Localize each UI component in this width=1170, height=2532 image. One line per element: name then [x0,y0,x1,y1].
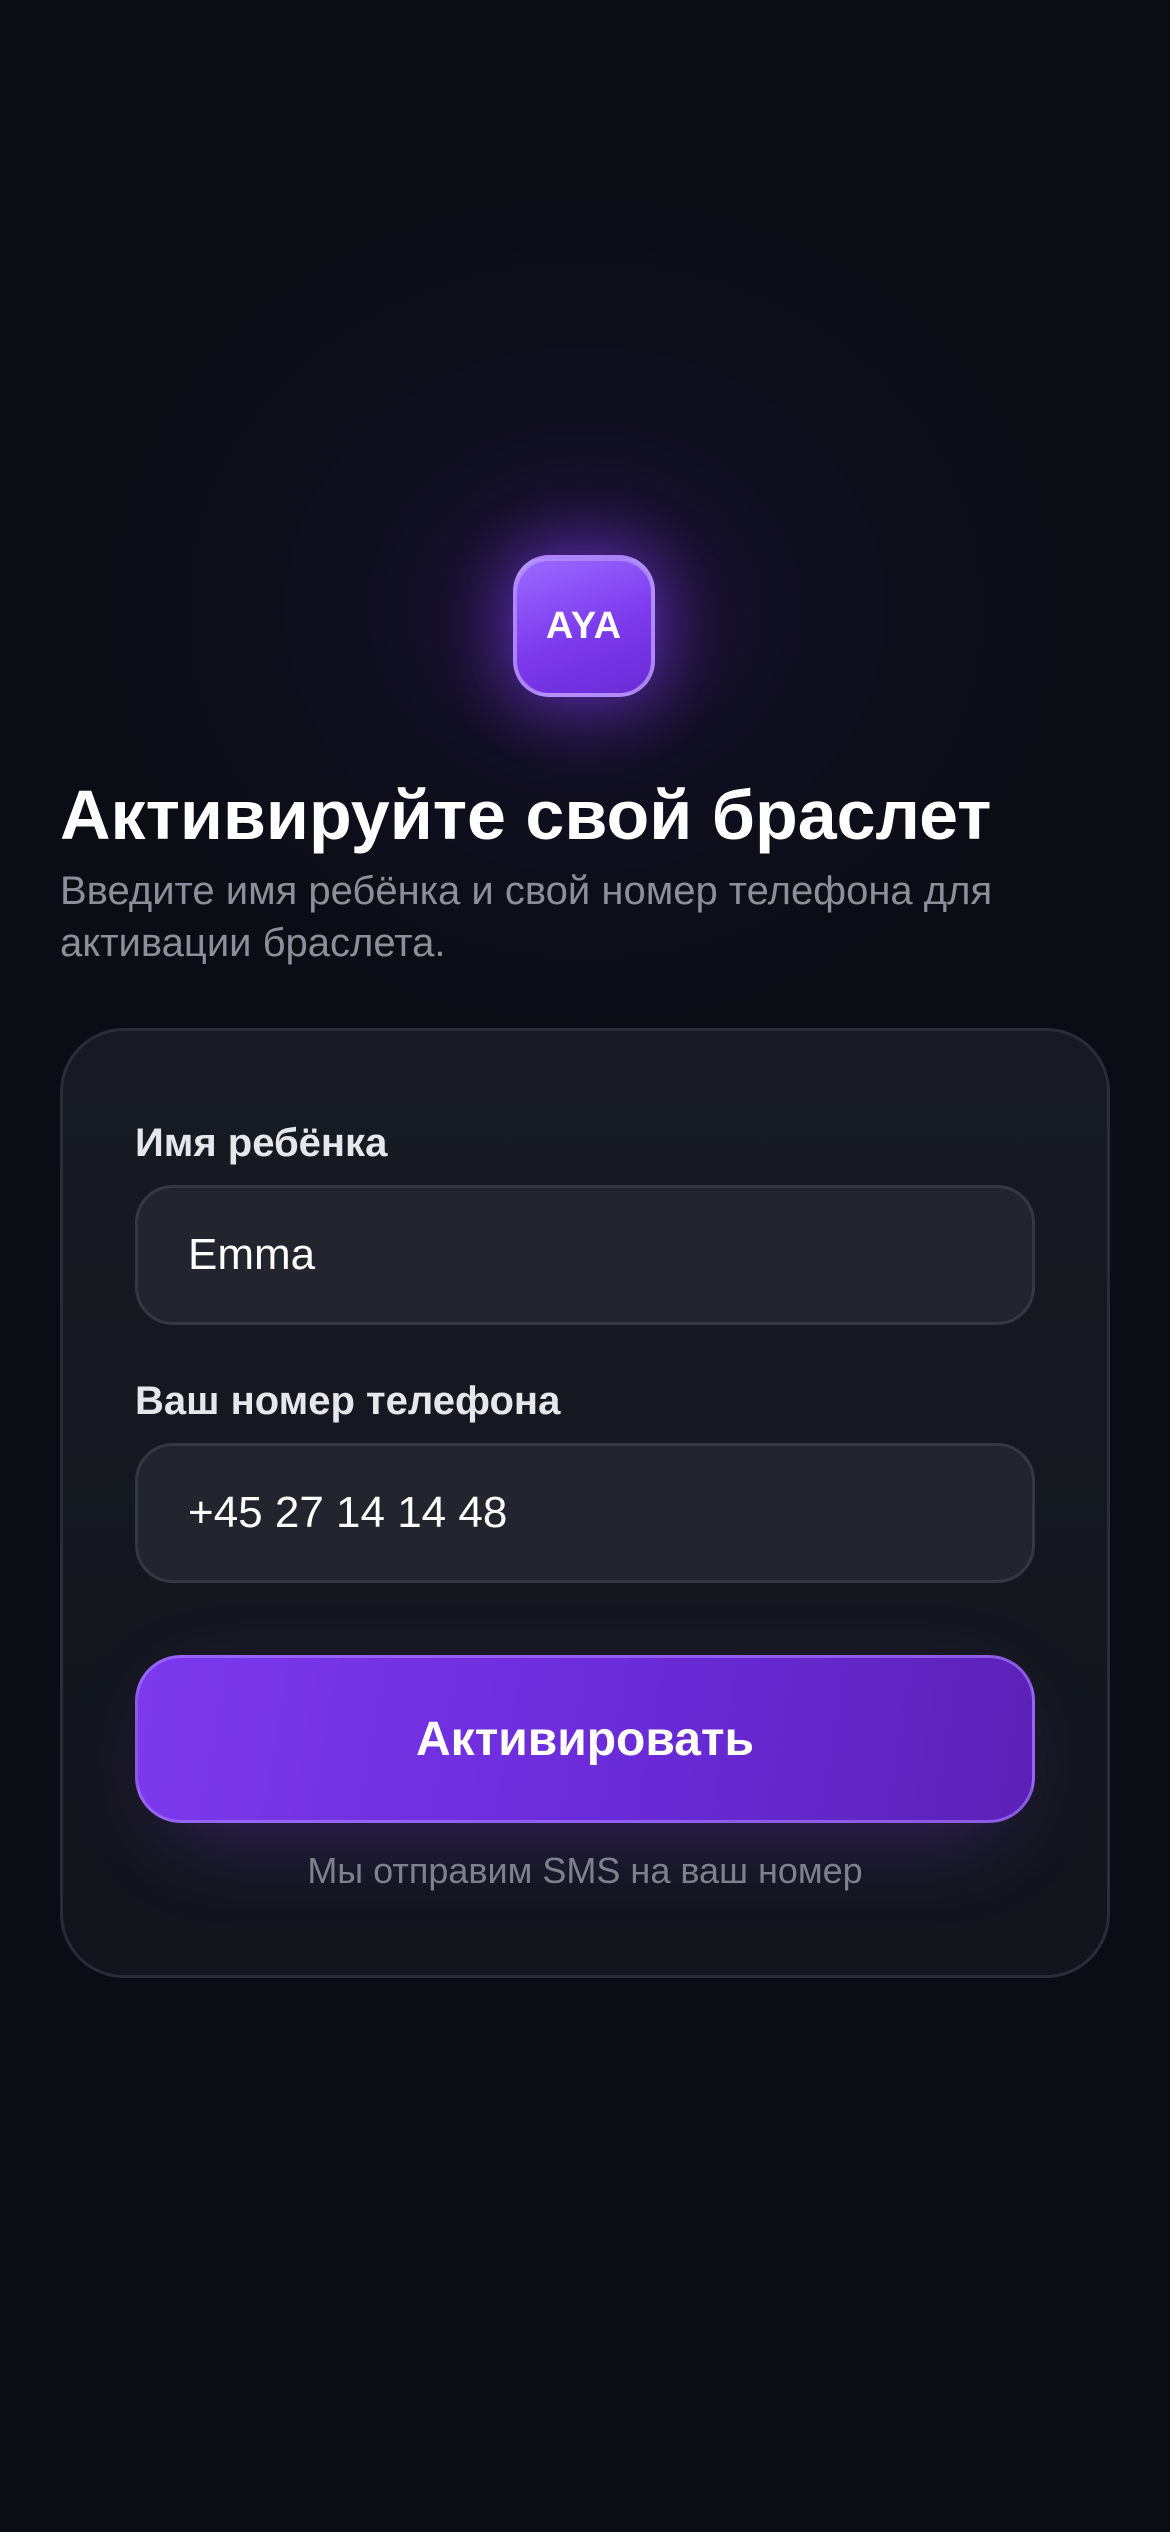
phone-input[interactable] [135,1443,1035,1583]
phone-label: Ваш номер телефона [135,1379,561,1423]
sms-hint: Мы отправим SMS на ваш номер [307,1850,863,1891]
app-logo-text: AYA [545,604,623,647]
page-title: Активируйте свой браслет [60,776,992,854]
child-name-input[interactable] [135,1185,1035,1325]
activate-button[interactable]: Активировать [135,1655,1035,1823]
child-name-label: Имя ребёнка [135,1121,388,1165]
app-logo: AYA [513,555,655,697]
page-subtitle: Введите имя ребёнка и свой номер телефон… [60,869,993,965]
